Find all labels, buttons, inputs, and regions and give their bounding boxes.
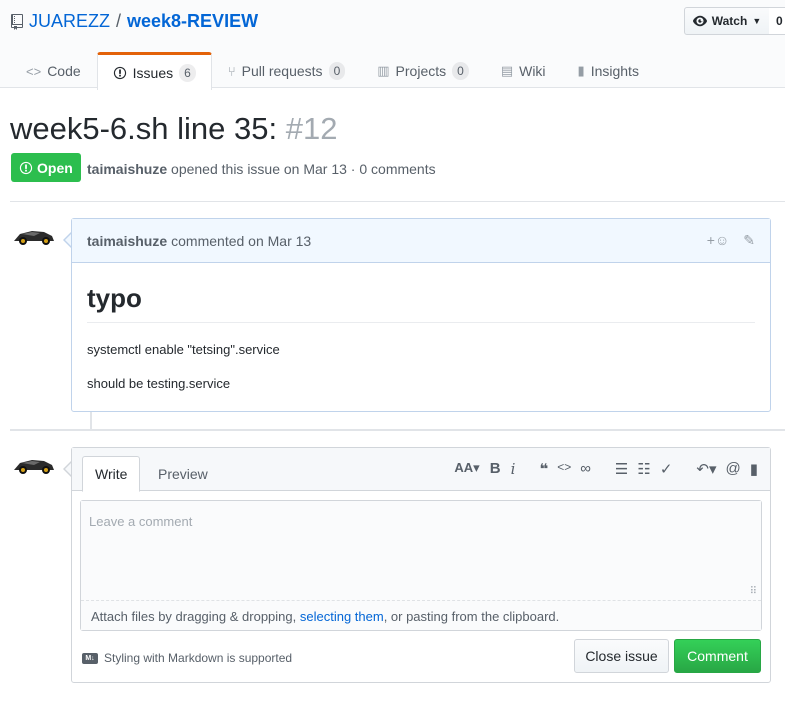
markdown-note[interactable]: M↓ Styling with Markdown is supported <box>82 651 292 665</box>
tab-pull-requests[interactable]: ⑂ Pull requests 0 <box>212 52 361 89</box>
eye-icon <box>692 15 707 27</box>
issue-title-text: week5-6.sh line 35: <box>10 111 278 146</box>
repo-title: JUAREZZ / week8-REVIEW <box>11 11 258 32</box>
tab-wiki[interactable]: ▤ Wiki <box>485 52 562 89</box>
bookmark-icon[interactable]: ▮ <box>750 460 758 478</box>
issue-state-badge: Open <box>11 153 81 182</box>
repo-header: JUAREZZ / week8-REVIEW Watch ▼ 0 <> Code… <box>0 0 785 90</box>
comment-paragraph: should be testing.service <box>87 376 231 391</box>
toolbar-group-misc: ↶▾ @ ▮ <box>696 460 758 478</box>
issue-author-link[interactable]: taimaishuze <box>87 161 167 177</box>
watch-label: Watch <box>711 14 748 28</box>
avatar[interactable] <box>12 454 56 476</box>
repo-path-separator: / <box>116 11 122 31</box>
link-icon[interactable]: ∞ <box>580 460 591 478</box>
issues-counter: 6 <box>179 63 196 82</box>
comment-textarea[interactable] <box>81 501 761 599</box>
unordered-list-icon[interactable]: ☰ <box>615 460 628 478</box>
tab-code[interactable]: <> Code <box>10 52 97 89</box>
issue-open-icon <box>19 161 33 174</box>
attach-files-bar[interactable]: Attach files by dragging & dropping, sel… <box>81 600 761 630</box>
tab-projects[interactable]: ▥ Projects 0 <box>361 52 485 89</box>
projects-counter: 0 <box>452 62 469 80</box>
code-icon: <> <box>26 63 42 79</box>
timeline-divider <box>10 429 785 431</box>
chevron-down-icon: ▼ <box>752 16 762 26</box>
comment-button[interactable]: Comment <box>674 639 761 673</box>
avatar[interactable] <box>12 225 56 247</box>
comment-actions: +☺ ✎ <box>707 232 755 249</box>
bold-icon[interactable]: B <box>490 460 501 478</box>
quote-icon[interactable]: ❝ <box>539 460 548 478</box>
code-icon[interactable]: <> <box>557 460 571 478</box>
issue-icon <box>113 66 126 79</box>
project-icon: ▥ <box>377 63 390 78</box>
tab-wiki-label: Wiki <box>519 63 546 79</box>
attach-prefix: Attach files by dragging & dropping, <box>91 609 300 624</box>
close-issue-button[interactable]: Close issue <box>574 639 669 673</box>
comment-author-link[interactable]: taimaishuze <box>87 233 167 249</box>
repo-nav-tabs: <> Code Issues 6 ⑂ Pull requests 0 ▥ Pro… <box>10 52 655 90</box>
repo-name-link[interactable]: week8-REVIEW <box>127 11 258 32</box>
issue-meta-text: opened this issue on Mar 13 · 0 comments <box>171 161 436 177</box>
comment-paragraph: systemctl enable "tetsing".service <box>87 342 280 357</box>
comment-heading: typo <box>87 263 755 323</box>
comment-header: taimaishuze commented on Mar 13 +☺ ✎ <box>72 219 770 263</box>
book-icon: ▤ <box>500 63 514 78</box>
issue-comment: taimaishuze commented on Mar 13 +☺ ✎ typ… <box>71 218 771 412</box>
markdown-icon: M↓ <box>82 652 98 664</box>
select-files-link[interactable]: selecting them <box>300 609 384 624</box>
pull-requests-counter: 0 <box>328 62 346 80</box>
tab-write[interactable]: Write <box>82 456 141 492</box>
tab-issues[interactable]: Issues 6 <box>96 52 212 90</box>
tab-projects-label: Projects <box>395 63 447 79</box>
reply-icon[interactable]: ↶▾ <box>696 460 716 478</box>
toolbar-group-lists: ☰ ☷ ✓ <box>615 460 672 478</box>
tab-preview[interactable]: Preview <box>146 456 220 491</box>
issue-state-label: Open <box>37 159 73 176</box>
add-reaction-icon[interactable]: +☺ <box>707 232 729 249</box>
markdown-note-text: Styling with Markdown is supported <box>104 651 293 665</box>
watch-count[interactable]: 0 <box>769 7 785 35</box>
tab-code-label: Code <box>47 63 81 79</box>
comment-timestamp[interactable]: commented on Mar 13 <box>171 233 311 249</box>
repo-icon <box>11 13 23 30</box>
pull-request-icon: ⑂ <box>227 63 236 79</box>
issue-number: #12 <box>285 111 338 146</box>
resize-handle-icon[interactable]: ⠿ <box>750 586 757 597</box>
issue-meta: taimaishuze opened this issue on Mar 13 … <box>87 161 436 177</box>
text-size-icon[interactable]: AA▾ <box>454 460 479 478</box>
tab-insights-label: Insights <box>590 63 639 79</box>
attach-suffix: , or pasting from the clipboard. <box>383 609 560 624</box>
form-header: Write Preview AA▾ B i ❝ <> ∞ ☰ ☷ ✓ ↶▾ @ … <box>72 448 770 492</box>
comment-editor: ⠿ Attach files by dragging & dropping, s… <box>80 500 762 631</box>
new-comment-form: Write Preview AA▾ B i ❝ <> ∞ ☰ ☷ ✓ ↶▾ @ … <box>71 447 771 683</box>
markdown-toolbar: AA▾ B i ❝ <> ∞ ☰ ☷ ✓ ↶▾ @ ▮ <box>454 460 758 478</box>
pencil-icon[interactable]: ✎ <box>743 232 755 249</box>
ordered-list-icon[interactable]: ☷ <box>637 460 650 478</box>
tab-issues-label: Issues <box>132 64 174 81</box>
watch-button[interactable]: Watch ▼ <box>684 7 770 35</box>
comment-body: typo systemctl enable "tetsing".service … <box>72 263 770 391</box>
repo-owner-link[interactable]: JUAREZZ <box>29 11 110 32</box>
tab-pull-requests-label: Pull requests <box>241 63 323 79</box>
graph-icon: ▮ <box>577 63 585 78</box>
toolbar-group-insert: ❝ <> ∞ <box>539 460 591 478</box>
task-list-icon[interactable]: ✓ <box>660 460 673 478</box>
italic-icon[interactable]: i <box>511 460 516 478</box>
divider <box>10 201 785 202</box>
timeline-line <box>90 412 92 429</box>
mention-icon[interactable]: @ <box>726 460 741 478</box>
issue-title: week5-6.sh line 35: #12 <box>10 111 337 147</box>
tab-insights[interactable]: ▮ Insights <box>562 52 655 89</box>
